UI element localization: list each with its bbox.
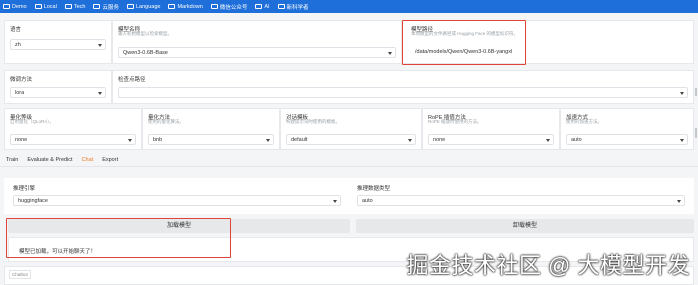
bookmark-ai[interactable]: AI — [255, 4, 270, 10]
lang-block: 语言 zh — [4, 20, 112, 64]
folder-icon — [34, 4, 42, 9]
chevron-down-icon — [677, 200, 681, 203]
chevron-down-icon — [128, 139, 132, 142]
quant-bit-block: 量化等级 启用量化（QLoRA）。 none — [4, 108, 142, 150]
bookmarks-bar: Demo Local Tech 云服务 Language Markdown 微信… — [0, 0, 698, 13]
checkpoint-select[interactable] — [118, 87, 688, 98]
tab-bar: Train Evaluate & Predict Chat Export — [0, 153, 698, 167]
folder-icon — [255, 4, 263, 9]
chevron-down-icon — [546, 139, 550, 142]
quant-bit-select[interactable]: none — [10, 134, 136, 145]
model-path-highlight — [402, 20, 526, 65]
infer-backend-value: huggingface — [18, 198, 48, 204]
infer-backend-label: 推理引擎 — [13, 186, 36, 192]
template-block: 对话模板 构建提示词时使用的模板。 default — [280, 108, 422, 150]
infer-backend-select[interactable]: huggingface — [13, 195, 341, 206]
model-name-select[interactable]: Qwen3-0.6B-Base — [118, 47, 396, 58]
watermark: 掘金技术社区 @ 大模型开发 — [406, 253, 690, 278]
load-highlight — [6, 218, 231, 258]
lang-value: zh — [15, 42, 21, 48]
finetune-value: lora — [15, 90, 25, 96]
template-hint: 构建提示词时使用的模板。 — [286, 119, 340, 124]
chevron-down-icon — [98, 44, 102, 47]
model-name-block: 模型名称 输入初始模型以检索模型。 Qwen3-0.6B-Base — [112, 20, 402, 64]
chevron-down-icon — [388, 52, 392, 55]
booster-select[interactable]: auto — [566, 134, 688, 145]
finetune-select[interactable]: lora — [10, 87, 106, 98]
chevron-down-icon — [408, 139, 412, 142]
checkpoint-block: 检查点路径 — [112, 70, 694, 104]
quant-method-value: bnb — [153, 137, 163, 143]
quant-method-hint: 使用的量化算法。 — [148, 119, 184, 124]
tab-train[interactable]: Train — [6, 157, 18, 163]
model-name-hint: 输入初始模型以检索模型。 — [118, 31, 172, 36]
folder-icon — [3, 4, 10, 9]
bookmark-cloud[interactable]: 云服务 — [93, 3, 119, 11]
chevron-down-icon — [333, 200, 337, 203]
template-value: default — [291, 137, 308, 143]
folder-icon — [277, 4, 285, 9]
infer-dtype-label: 推理数据类型 — [357, 186, 391, 192]
chevron-down-icon — [680, 139, 684, 142]
folder-icon — [210, 4, 218, 9]
finetune-label: 微调方法 — [10, 77, 33, 83]
bookmark-language[interactable]: Language — [126, 4, 160, 10]
lang-select[interactable]: zh — [10, 39, 106, 50]
infer-dtype-select[interactable]: auto — [357, 195, 685, 206]
folder-icon — [93, 4, 101, 9]
booster-hint: 使用的加速方法。 — [566, 119, 602, 124]
quant-method-block: 量化方法 使用的量化算法。 bnb — [142, 108, 280, 150]
tab-evaluate-predict[interactable]: Evaluate & Predict — [27, 157, 72, 163]
lang-label: 语言 — [10, 27, 22, 33]
booster-block: 加速方式 使用的加速方法。 auto — [560, 108, 694, 150]
folder-icon — [168, 4, 176, 9]
chevron-down-icon — [98, 92, 102, 95]
infer-backend-block: 推理引擎 huggingface — [8, 180, 346, 212]
rope-block: RoPE 插值方法 RoPE 缩放时使用的方法。 none — [422, 108, 560, 150]
quant-bit-value: none — [15, 137, 28, 143]
chatbot-label: Chatbot — [9, 270, 31, 279]
rope-value: none — [433, 137, 446, 143]
infer-dtype-block: 推理数据类型 auto — [352, 180, 690, 212]
scroll-indicator — [695, 128, 697, 138]
chevron-down-icon — [680, 92, 684, 95]
model-name-value: Qwen3-0.6B-Base — [123, 50, 168, 56]
quant-bit-hint: 启用量化（QLoRA）。 — [10, 119, 55, 124]
bookmark-wechat[interactable]: 微信公众号 — [210, 3, 247, 11]
tab-divider — [0, 166, 698, 167]
bookmark-markdown[interactable]: Markdown — [168, 4, 203, 10]
tab-export[interactable]: Export — [102, 157, 118, 163]
bookmark-tech[interactable]: Tech — [64, 4, 85, 10]
quant-method-select[interactable]: bnb — [148, 134, 274, 145]
finetune-block: 微调方法 lora — [4, 70, 112, 104]
chevron-down-icon — [266, 139, 270, 142]
bookmark-demo[interactable]: Demo — [3, 4, 27, 10]
booster-value: auto — [571, 137, 582, 143]
bookmark-local[interactable]: Local — [34, 4, 57, 10]
tab-chat[interactable]: Chat — [78, 157, 96, 167]
checkpoint-label: 检查点路径 — [118, 77, 146, 83]
scroll-indicator — [695, 88, 697, 96]
rope-select[interactable]: none — [428, 134, 554, 145]
bookmark-scholars[interactable]: 新科学者 — [277, 3, 309, 11]
folder-icon — [126, 4, 134, 9]
template-select[interactable]: default — [286, 134, 416, 145]
folder-icon — [64, 4, 72, 9]
rope-hint: RoPE 缩放时使用的方法。 — [428, 119, 482, 124]
infer-dtype-value: auto — [362, 198, 373, 204]
unload-model-button[interactable]: 卸载模型 — [356, 219, 694, 233]
